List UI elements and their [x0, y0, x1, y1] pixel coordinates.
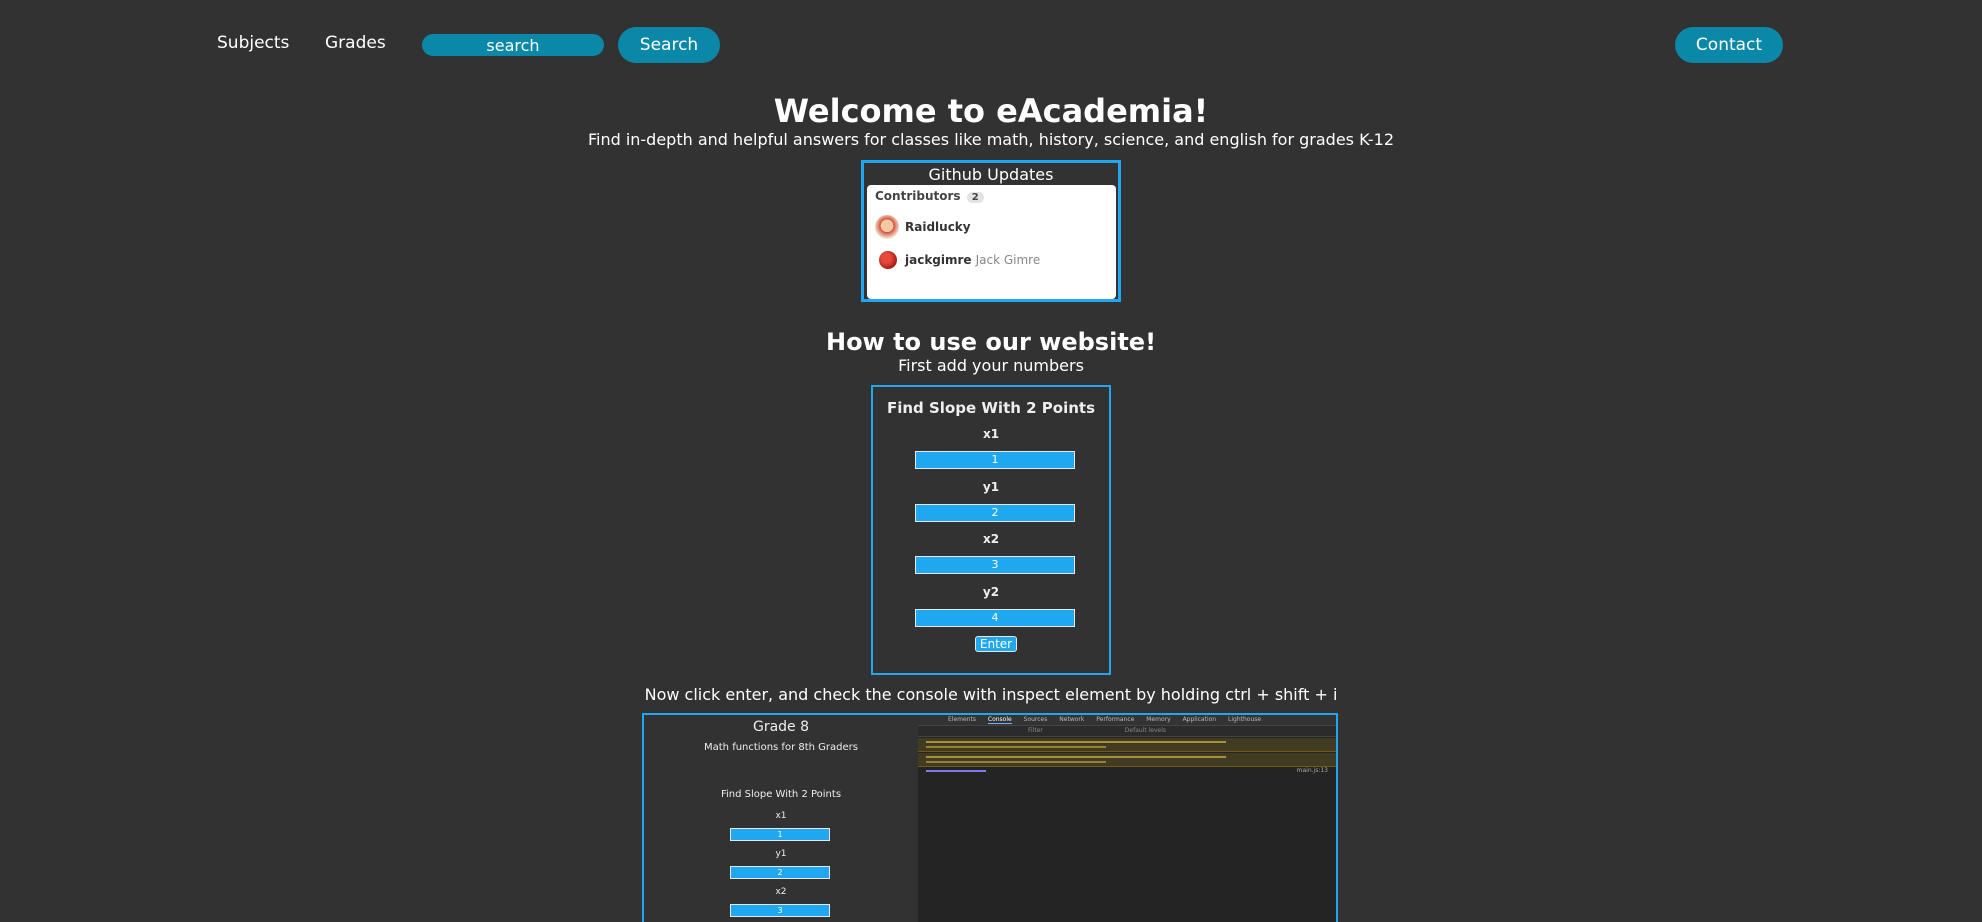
nav-subjects-link[interactable]: Subjects [217, 33, 289, 53]
contributor-row[interactable]: jackgimre Jack Gimre [875, 251, 1040, 269]
devtools-tab: Lighthouse [1228, 716, 1262, 723]
avatar [875, 215, 899, 239]
contributor-username[interactable]: Raidlucky [905, 220, 971, 234]
github-updates-panel: Github Updates Contributors 2 Raidlucky … [861, 160, 1121, 302]
screenshot-form-title: Find Slope With 2 Points [720, 789, 842, 800]
x1-input[interactable]: 1 [915, 451, 1075, 469]
devtools-tab: Network [1059, 716, 1085, 723]
slope-form-title: Find Slope With 2 Points [886, 399, 1096, 417]
screenshot-grade-subtitle: Math functions for 8th Graders [704, 742, 858, 753]
contributor-username[interactable]: jackgimre [905, 253, 972, 267]
devtools-tabs: Elements Console Sources Network Perform… [918, 715, 1336, 726]
github-updates-title: Github Updates [928, 165, 1054, 184]
y2-input[interactable]: 4 [915, 609, 1075, 627]
field-label: x2 [982, 532, 1000, 546]
console-output [926, 770, 986, 772]
contributor-row[interactable]: Raidlucky [875, 215, 971, 239]
field-label: y1 [982, 480, 1000, 494]
contributor-fullname: Jack Gimre [975, 253, 1041, 267]
screenshot-x2-input: 3 [730, 904, 830, 917]
contributors-label: Contributors 2 [875, 189, 984, 203]
field-label: x2 [775, 887, 787, 897]
devtools-panel: Elements Console Sources Network Perform… [918, 715, 1336, 922]
devtools-tab: Sources [1023, 716, 1048, 723]
contributors-count-badge: 2 [966, 192, 984, 203]
filter-input: Filter [1028, 727, 1043, 734]
page-title: Welcome to eAcademia! [773, 92, 1209, 130]
field-label: x1 [982, 427, 1000, 441]
console-warning [918, 738, 1336, 752]
devtools-tab: Elements [948, 716, 976, 723]
screenshot-y1-input: 2 [730, 866, 830, 879]
levels-select: Default levels [1124, 727, 1167, 734]
screenshot-grade-title: Grade 8 [752, 719, 810, 735]
console-source-link: main.js:13 [1296, 767, 1328, 774]
search-input[interactable] [422, 34, 604, 56]
contact-button[interactable]: Contact [1675, 27, 1783, 63]
devtools-filter-bar: Filter Default levels [918, 726, 1336, 737]
y1-input[interactable]: 2 [915, 504, 1075, 522]
screenshot-x1-input: 1 [730, 828, 830, 841]
contributors-card: Contributors 2 Raidlucky jackgimre Jack … [867, 185, 1116, 299]
howto-title: How to use our website! [825, 328, 1157, 356]
slope-form-example: Find Slope With 2 Points x1 1 y1 2 x2 3 … [871, 385, 1111, 675]
screenshot-page: Grade 8 Math functions for 8th Graders F… [644, 715, 918, 922]
enter-button[interactable]: Enter [975, 636, 1017, 652]
console-screenshot: Grade 8 Math functions for 8th Graders F… [642, 713, 1338, 922]
avatar [879, 251, 897, 269]
devtools-tab: Performance [1096, 716, 1135, 723]
devtools-tab: Memory [1146, 716, 1171, 723]
howto-step1: First add your numbers [898, 356, 1084, 375]
x2-input[interactable]: 3 [915, 556, 1075, 574]
console-warning [918, 753, 1336, 767]
devtools-tab: Console [987, 716, 1012, 724]
field-label: x1 [775, 811, 787, 821]
field-label: y1 [775, 849, 787, 859]
field-label: y2 [982, 585, 1000, 599]
page-subtitle: Find in-depth and helpful answers for cl… [587, 130, 1395, 149]
howto-step2: Now click enter, and check the console w… [644, 685, 1338, 704]
search-button[interactable]: Search [618, 27, 720, 63]
nav-grades-link[interactable]: Grades [325, 33, 386, 53]
devtools-tab: Application [1182, 716, 1217, 723]
